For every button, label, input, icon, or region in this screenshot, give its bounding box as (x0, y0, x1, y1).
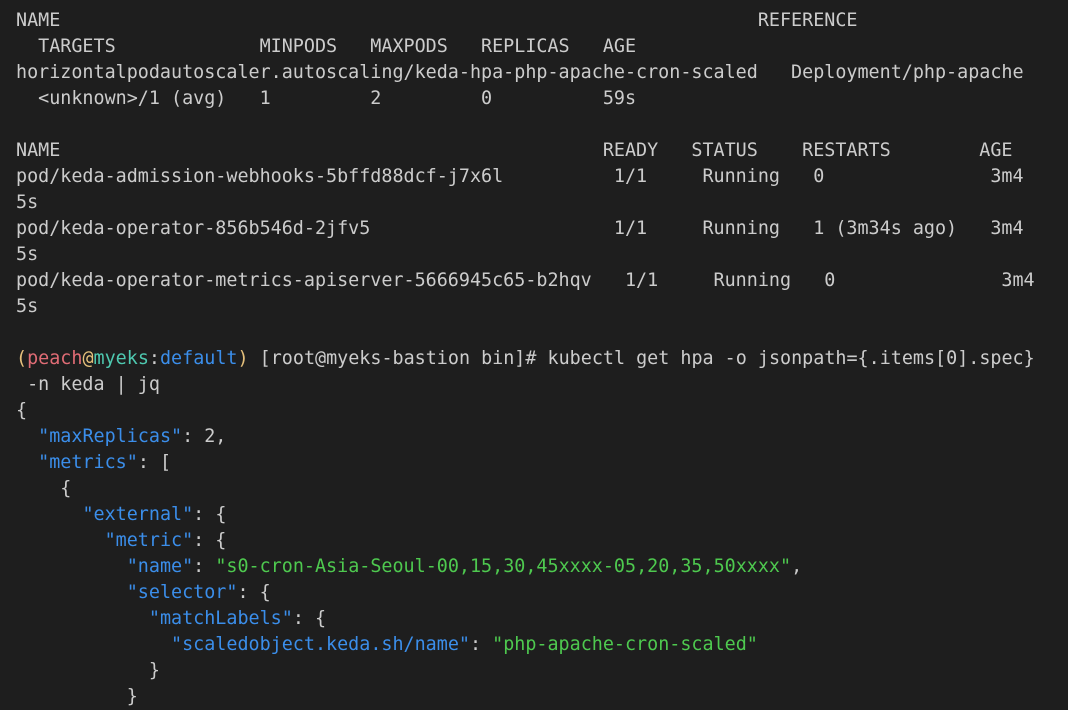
json-comma: , (791, 556, 803, 577)
json-metric-line: "metric": { (16, 528, 1068, 554)
prompt-close-paren: ) (237, 348, 249, 369)
json-label-line: "scaledobject.keda.sh/name": "php-apache… (16, 632, 1068, 658)
json-value: : 2, (182, 426, 227, 447)
json-key: "scaledobject.keda.sh/name" (171, 634, 470, 655)
json-value: : { (193, 530, 227, 551)
prompt-open-paren: ( (16, 348, 28, 369)
json-key: "matchLabels" (148, 608, 293, 629)
pods-header-line: NAME READY STATUS RESTARTS AGE (16, 140, 1013, 161)
json-value: : { (193, 504, 227, 525)
json-brace: } (126, 686, 138, 707)
json-open-brace: { (16, 400, 28, 421)
pod-row-2-line-2: 5s (16, 244, 39, 265)
prompt-user: peach (27, 348, 83, 369)
json-sep: : (193, 556, 216, 577)
command-text: [root@myeks-bastion bin]# kubectl get hp… (248, 348, 1035, 369)
json-value: : { (292, 608, 327, 629)
json-sep: : (469, 634, 493, 655)
prompt-colon: : (148, 348, 160, 369)
prompt-host: myeks (93, 348, 149, 369)
shell-prompt-line: (peach@myeks:default) [root@myeks-bastio… (16, 346, 1068, 372)
json-key: "maxReplicas" (38, 426, 183, 447)
json-key: "metric" (104, 530, 194, 551)
json-string-value: "s0-cron-Asia-Seoul-00,15,30,45xxxx-05,2… (215, 556, 792, 577)
json-key: "name" (126, 556, 194, 577)
json-external-line: "external": { (16, 502, 1068, 528)
json-value: : { (237, 582, 271, 603)
json-brace: { (60, 478, 72, 499)
json-key: "metrics" (38, 452, 138, 473)
pod-row-2-line-1: pod/keda-operator-856b546d-2jfv5 1/1 Run… (16, 218, 1024, 239)
json-selector-line: "selector": { (16, 580, 1068, 606)
json-name-line: "name": "s0-cron-Asia-Seoul-00,15,30,45x… (16, 554, 1068, 580)
terminal-window[interactable]: NAME REFERENCE TARGETS MINPODS MAXPODS R… (16, 8, 1068, 710)
json-max-replicas-line: "maxReplicas": 2, (16, 424, 1068, 450)
json-matchlabels-line: "matchLabels": { (16, 606, 1068, 632)
hpa-row-line-1: horizontalpodautoscaler.autoscaling/keda… (16, 62, 1024, 83)
json-matchlabels-close-line: } (16, 658, 1068, 684)
json-key: "selector" (126, 582, 238, 603)
json-value: : [ (137, 452, 172, 473)
json-metrics-line: "metrics": [ (16, 450, 1068, 476)
json-selector-close-line: } (16, 684, 1068, 710)
hpa-header-line-1: NAME REFERENCE (16, 10, 858, 31)
pod-row-1-line-1: pod/keda-admission-webhooks-5bffd88dcf-j… (16, 166, 1024, 187)
prompt-at: @ (82, 348, 94, 369)
json-key: "external" (82, 504, 194, 525)
prompt-namespace: default (159, 348, 238, 369)
json-brace: } (148, 660, 160, 681)
pod-row-3-line-2: 5s (16, 296, 39, 317)
pod-row-1-line-2: 5s (16, 192, 39, 213)
pod-row-3-line-1: pod/keda-operator-metrics-apiserver-5666… (16, 270, 1035, 291)
command-continuation: -n keda | jq (16, 374, 160, 395)
hpa-header-line-2: TARGETS MINPODS MAXPODS REPLICAS AGE (16, 36, 637, 57)
json-item-open-line: { (16, 476, 1068, 502)
hpa-row-line-2: <unknown>/1 (avg) 1 2 0 59s (16, 88, 637, 109)
json-string-value: "php-apache-cron-scaled" (492, 634, 758, 655)
